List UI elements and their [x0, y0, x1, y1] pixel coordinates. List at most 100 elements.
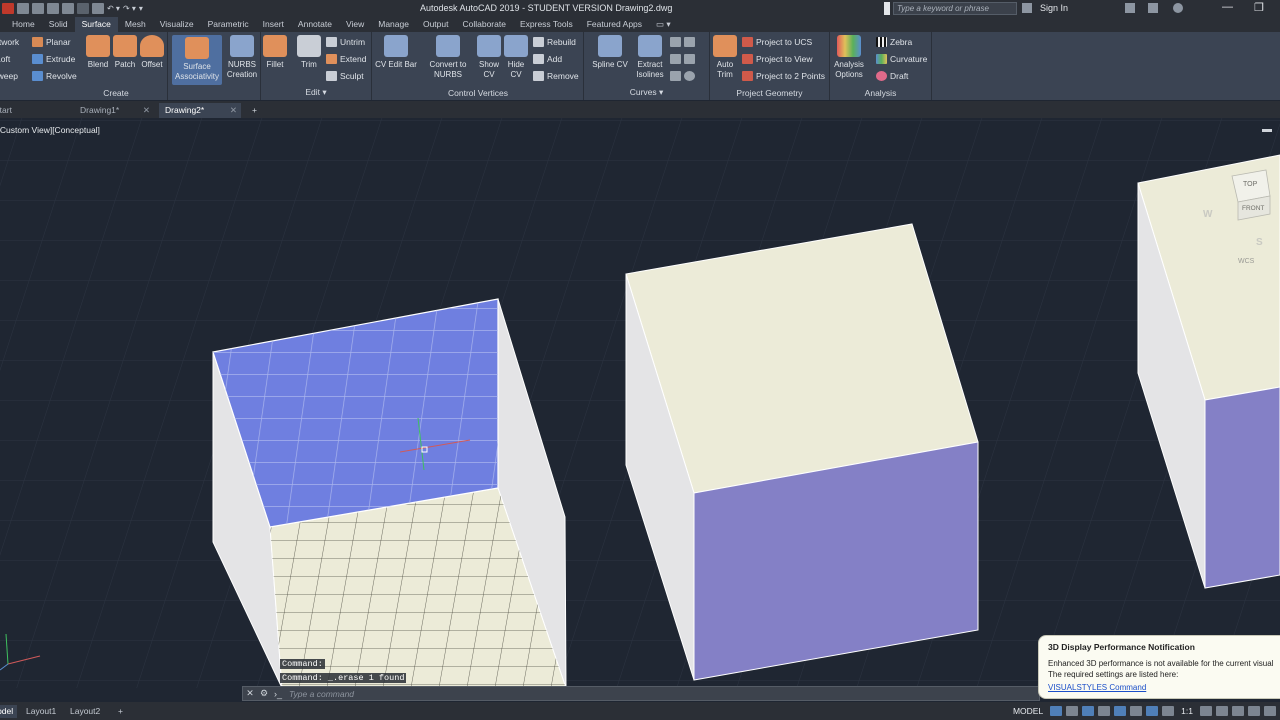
- visualstyles-link[interactable]: VISUALSTYLES Command: [1048, 683, 1278, 692]
- spline-cv-button[interactable]: Spline CV: [590, 35, 630, 70]
- extrude-button[interactable]: Extrude: [32, 52, 75, 65]
- customization-menu-icon[interactable]: [1264, 706, 1276, 716]
- doc-tab-start[interactable]: Start: [0, 103, 70, 118]
- extend-button[interactable]: Extend: [326, 52, 366, 65]
- network-button[interactable]: Network: [0, 35, 19, 48]
- ribbon-toggle-icon[interactable]: ▭ ▾: [649, 17, 678, 32]
- exchange-icon[interactable]: [1148, 3, 1158, 13]
- new-icon[interactable]: [17, 3, 29, 14]
- tab-collaborate[interactable]: Collaborate: [455, 17, 512, 32]
- revolve-button[interactable]: Revolve: [32, 69, 77, 82]
- tab-home[interactable]: Home: [5, 17, 42, 32]
- auto-trim-button[interactable]: Auto Trim: [713, 35, 737, 80]
- add-layout-button[interactable]: +: [114, 705, 127, 718]
- viewport-controls-label[interactable]: [-][Custom View][Conceptual]: [0, 125, 100, 135]
- curve-tools-row1[interactable]: [670, 35, 695, 48]
- qat-dropdown-icon[interactable]: ▾: [139, 4, 143, 13]
- sweep-button[interactable]: Sweep: [0, 69, 18, 82]
- compass-south-label[interactable]: S: [1256, 237, 1263, 248]
- trim-button[interactable]: Trim: [297, 35, 321, 70]
- close-icon[interactable]: ✕: [230, 103, 237, 118]
- tab-parametric[interactable]: Parametric: [201, 17, 256, 32]
- sculpt-button[interactable]: Sculpt: [326, 69, 364, 82]
- prompt-icon[interactable]: ›_: [271, 689, 285, 699]
- hardware-acceleration-icon[interactable]: [1248, 706, 1260, 716]
- tab-layout2[interactable]: Layout2: [66, 705, 104, 718]
- doc-tab-drawing1[interactable]: Drawing1* ✕: [74, 103, 154, 118]
- planar-button[interactable]: Planar: [32, 35, 71, 48]
- restore-icon[interactable]: ❐: [1254, 1, 1264, 14]
- tab-featured-apps[interactable]: Featured Apps: [580, 17, 649, 32]
- untrim-button[interactable]: Untrim: [326, 35, 365, 48]
- compass-west-label[interactable]: W: [1203, 209, 1213, 220]
- edit-panel-label[interactable]: Edit ▾: [261, 87, 371, 98]
- isolate-icon[interactable]: [1232, 706, 1244, 716]
- command-input[interactable]: Type a command: [285, 689, 354, 699]
- close-icon[interactable]: ✕: [243, 688, 257, 699]
- wrench-icon[interactable]: ⚙: [257, 688, 271, 699]
- polar-icon[interactable]: [1098, 706, 1111, 716]
- save-as-icon[interactable]: [62, 3, 74, 14]
- object-snap-icon[interactable]: [1130, 706, 1143, 716]
- drawing-viewport[interactable]: TOP FRONT W S WCS: [0, 118, 1280, 688]
- notification-balloon[interactable]: 3D Display Performance Notification Enha…: [1038, 635, 1280, 699]
- tab-express-tools[interactable]: Express Tools: [513, 17, 580, 32]
- cv-edit-bar-button[interactable]: CV Edit Bar: [372, 35, 420, 70]
- nurbs-creation-button[interactable]: NURBS Creation: [224, 35, 260, 80]
- redo-icon[interactable]: ↷ ▾: [123, 4, 136, 13]
- add-button[interactable]: Add: [533, 52, 562, 65]
- plus-icon[interactable]: [1216, 706, 1228, 716]
- tab-solid[interactable]: Solid: [42, 17, 75, 32]
- zebra-button[interactable]: Zebra: [876, 35, 912, 48]
- project-to-view-button[interactable]: Project to View: [742, 52, 813, 65]
- extract-isolines-button[interactable]: Extract Isolines: [634, 35, 666, 80]
- loft-button[interactable]: Loft: [0, 52, 10, 65]
- model-space-button[interactable]: MODEL: [1010, 706, 1046, 716]
- fillet-button[interactable]: Fillet: [263, 35, 287, 70]
- draft-button[interactable]: Draft: [876, 69, 908, 82]
- curves-panel-label[interactable]: Curves ▾: [584, 87, 709, 98]
- curve-tools-row3[interactable]: [670, 69, 695, 82]
- annotation-scale[interactable]: 1:1: [1178, 706, 1196, 716]
- undo-icon[interactable]: ↶ ▾: [107, 4, 120, 13]
- tab-output[interactable]: Output: [416, 17, 456, 32]
- plot-icon[interactable]: [92, 3, 104, 14]
- cart-icon[interactable]: [1125, 3, 1135, 13]
- hide-cv-button[interactable]: Hide CV: [504, 35, 528, 80]
- web-mobile-icon[interactable]: [77, 3, 89, 14]
- project-to-ucs-button[interactable]: Project to UCS: [742, 35, 812, 48]
- tab-annotate[interactable]: Annotate: [291, 17, 339, 32]
- curve-tools-row2[interactable]: [670, 52, 695, 65]
- open-icon[interactable]: [32, 3, 44, 14]
- annotation-icon[interactable]: [1162, 706, 1175, 716]
- wcs-menu-label[interactable]: WCS: [1238, 258, 1255, 265]
- patch-button[interactable]: Patch: [112, 35, 138, 70]
- help-icon[interactable]: [1173, 3, 1183, 13]
- analysis-options-button[interactable]: Analysis Options: [832, 35, 866, 80]
- app-menu-icon[interactable]: [2, 3, 14, 14]
- ortho-icon[interactable]: [1082, 706, 1095, 716]
- tab-model[interactable]: Model: [0, 705, 18, 718]
- tab-layout1[interactable]: Layout1: [22, 705, 60, 718]
- search-input[interactable]: Type a keyword or phrase: [893, 2, 1017, 15]
- close-icon[interactable]: ✕: [143, 103, 150, 118]
- binoculars-icon[interactable]: [1022, 3, 1032, 13]
- save-icon[interactable]: [47, 3, 59, 14]
- middle-box[interactable]: [625, 223, 979, 681]
- convert-to-nurbs-button[interactable]: Convert to NURBS: [424, 35, 472, 80]
- isodraft-icon[interactable]: [1114, 706, 1127, 716]
- project-to-2-points-button[interactable]: Project to 2 Points: [742, 69, 825, 82]
- doc-tab-drawing2[interactable]: Drawing2* ✕: [159, 103, 241, 118]
- tab-surface[interactable]: Surface: [74, 17, 118, 32]
- blend-button[interactable]: Blend: [86, 35, 110, 70]
- offset-button[interactable]: Offset: [139, 35, 165, 70]
- lineweight-icon[interactable]: [1146, 706, 1159, 716]
- tab-mesh[interactable]: Mesh: [118, 17, 153, 32]
- new-tab-button[interactable]: +: [248, 103, 264, 118]
- viewport-minimize-icon[interactable]: ▬: [1262, 124, 1272, 135]
- gear-icon[interactable]: [1200, 706, 1212, 716]
- tab-insert[interactable]: Insert: [256, 17, 291, 32]
- rebuild-button[interactable]: Rebuild: [533, 35, 576, 48]
- show-cv-button[interactable]: Show CV: [477, 35, 501, 80]
- curvature-button[interactable]: Curvature: [876, 52, 927, 65]
